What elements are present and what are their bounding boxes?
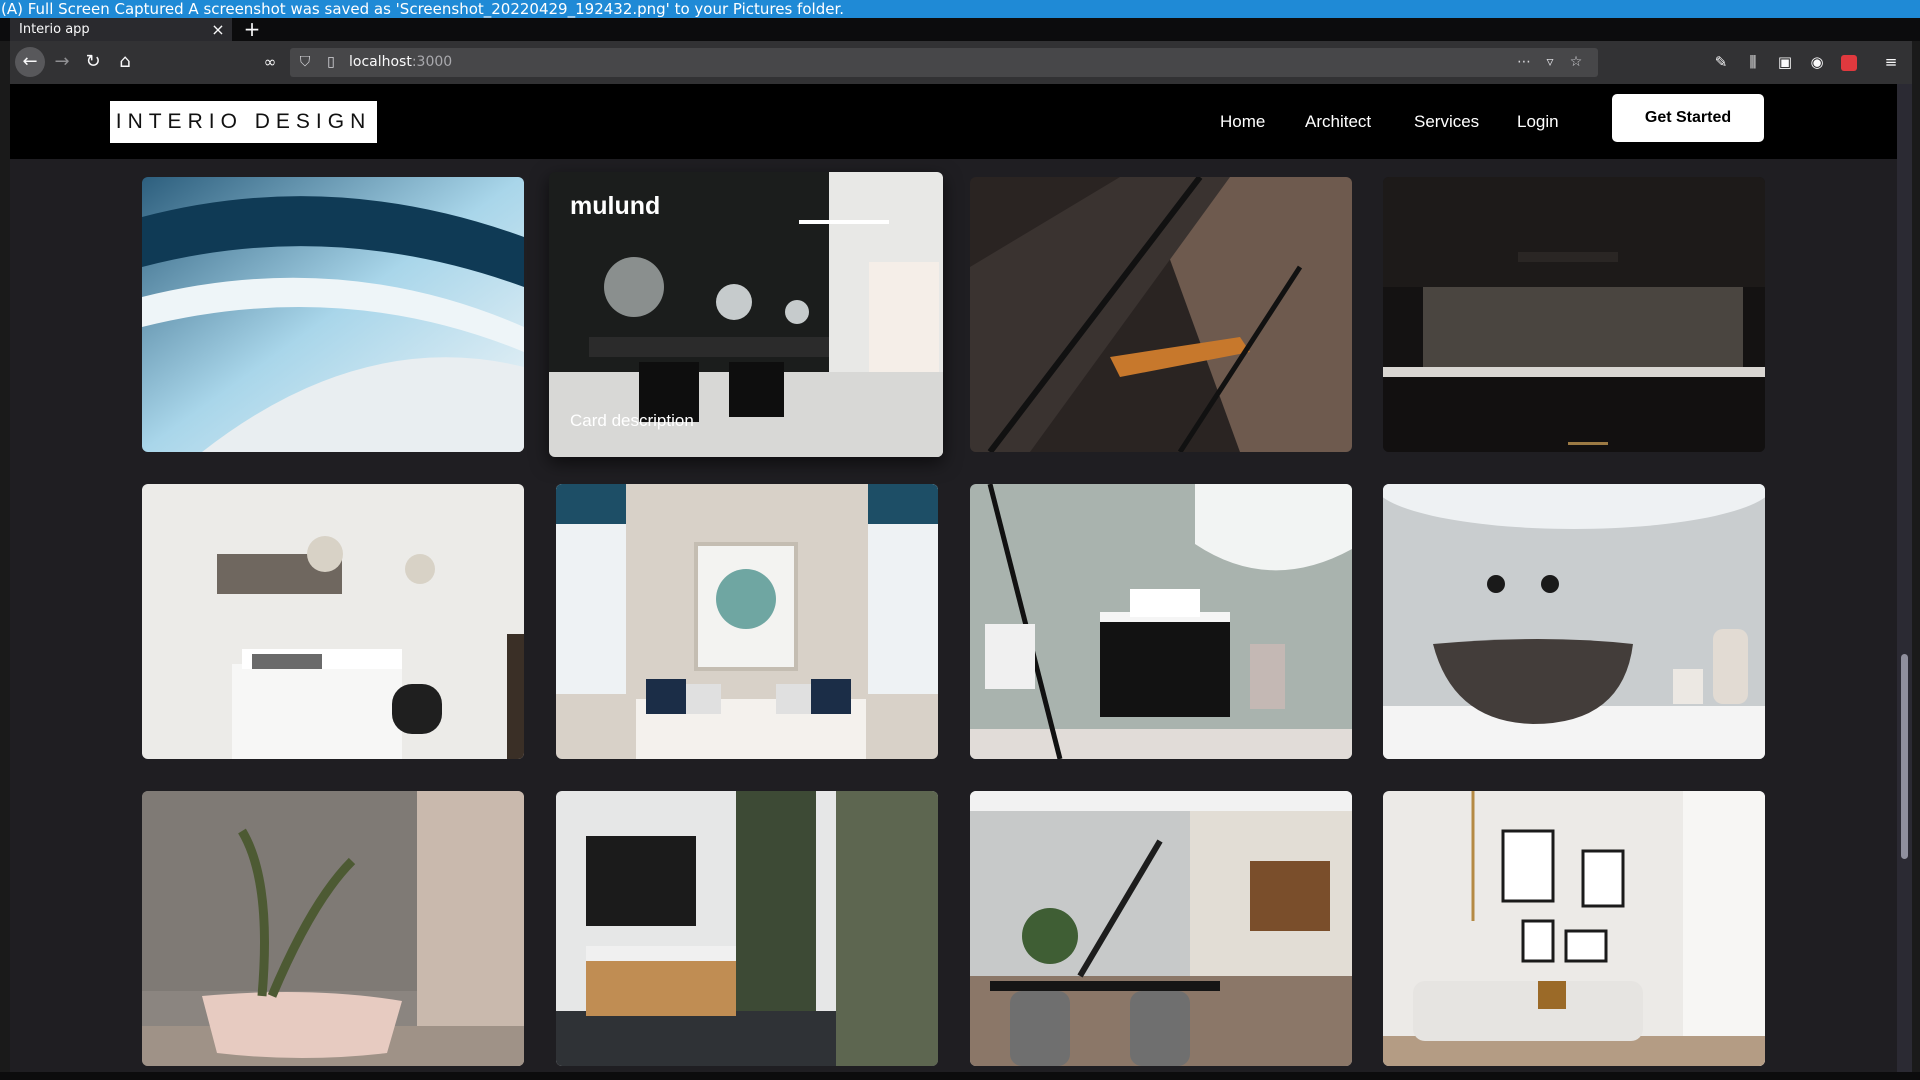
gallery-card[interactable] — [1383, 791, 1765, 1066]
extension-icon[interactable] — [1836, 47, 1862, 77]
tab-title: Interio app — [19, 22, 90, 37]
browser-tab[interactable]: Interio app × — [10, 18, 232, 41]
stone-basin-photo — [1383, 484, 1765, 759]
living-room-photo — [556, 484, 938, 759]
nav-architect[interactable]: Architect — [1305, 84, 1371, 159]
close-tab-icon[interactable]: × — [210, 18, 226, 41]
nav-home[interactable]: Home — [1220, 84, 1265, 159]
bathtub-photo — [142, 791, 524, 1066]
gallery-card[interactable] — [1383, 484, 1765, 759]
gallery-card[interactable] — [556, 791, 938, 1066]
tracking-icon[interactable]: ∞ — [255, 47, 285, 77]
page-viewport: INTERIO DESIGN Home Architect Services L… — [10, 84, 1897, 1072]
gallery-card[interactable] — [1383, 177, 1765, 452]
reload-icon[interactable]: ↻ — [78, 47, 108, 77]
get-started-button[interactable]: Get Started — [1612, 94, 1764, 142]
card-description: Card description — [570, 411, 694, 430]
bathroom-vanity-photo — [970, 484, 1352, 759]
architecture-photo — [142, 177, 524, 452]
nav-login[interactable]: Login — [1517, 84, 1559, 159]
library-icon[interactable]: ⫼ — [1740, 47, 1766, 77]
page-icon: ▯ — [327, 54, 335, 70]
white-kitchen-photo — [142, 484, 524, 759]
card-title: mulund — [570, 192, 661, 220]
staircase-photo — [970, 177, 1352, 452]
gallery-wall-photo — [1383, 791, 1765, 1066]
gallery-card[interactable] — [142, 177, 524, 452]
dark-kitchen-photo — [1383, 177, 1765, 452]
menu-icon[interactable]: ≡ — [1878, 47, 1904, 77]
gallery-card-featured[interactable]: mulund Card description — [549, 172, 943, 457]
page-scrollbar[interactable] — [1897, 84, 1912, 1072]
nav-services[interactable]: Services — [1414, 84, 1479, 159]
more-icon[interactable]: ⋯ — [1515, 48, 1533, 77]
navigation-toolbar: ← → ↻ ⌂ ∞ ⛉ ▯ localhost:3000 ⋯ ▿ ☆ ✎ ⫼ ▣… — [10, 41, 1912, 84]
wrench-icon[interactable]: ✎ — [1708, 47, 1734, 77]
address-bar[interactable]: ⛉ ▯ localhost:3000 ⋯ ▿ ☆ — [290, 48, 1598, 77]
dining-room-photo — [970, 791, 1352, 1066]
home-icon[interactable]: ⌂ — [110, 47, 140, 77]
account-icon[interactable]: ◉ — [1804, 47, 1830, 77]
marble-bathroom-photo — [556, 791, 938, 1066]
pocket-icon[interactable]: ▿ — [1541, 48, 1559, 77]
scrollbar-thumb[interactable] — [1901, 654, 1908, 859]
bookmark-star-icon[interactable]: ☆ — [1567, 48, 1585, 77]
gallery-card[interactable] — [142, 484, 524, 759]
gallery-card[interactable] — [970, 177, 1352, 452]
forward-icon[interactable]: → — [47, 47, 77, 77]
screenshot-notification: (A) Full Screen Captured A screenshot wa… — [0, 0, 1920, 18]
shield-icon[interactable]: ⛉ — [296, 48, 314, 77]
gallery-card[interactable] — [556, 484, 938, 759]
url-text[interactable]: localhost:3000 — [349, 48, 452, 77]
window-bottom-edge — [0, 1072, 1920, 1080]
new-tab-button[interactable]: + — [242, 18, 262, 41]
tab-strip: Interio app × + — [0, 18, 1920, 41]
gallery-card[interactable] — [970, 791, 1352, 1066]
back-icon[interactable]: ← — [15, 47, 45, 77]
site-header: INTERIO DESIGN Home Architect Services L… — [10, 84, 1897, 159]
gallery-card[interactable] — [970, 484, 1352, 759]
sidebar-icon[interactable]: ▣ — [1772, 47, 1798, 77]
gallery-card[interactable] — [142, 791, 524, 1066]
